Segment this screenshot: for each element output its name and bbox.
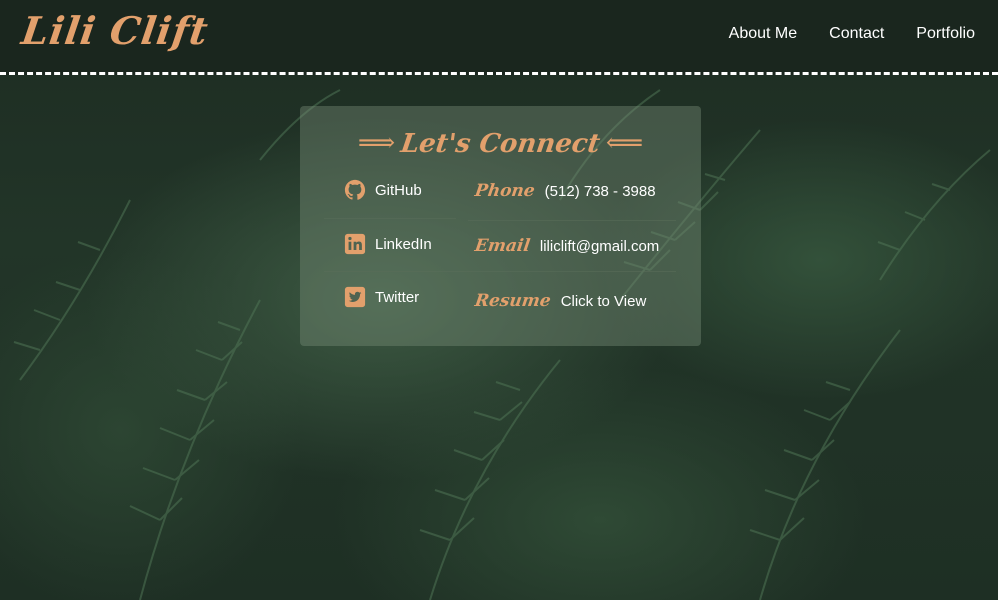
phone-label: Phone [473, 181, 537, 201]
twitter-icon [344, 286, 366, 308]
left-arrow-icon: ⟸ [605, 128, 644, 158]
divider [324, 218, 456, 219]
email-info: Email liliclift@gmail.com [473, 236, 660, 256]
nav-about-me[interactable]: About Me [729, 25, 797, 43]
divider [468, 220, 676, 221]
resume-info: Resume Click to View [473, 291, 647, 311]
phone-value[interactable]: (512) 738 - 3988 [545, 183, 656, 200]
linkedin-link[interactable]: LinkedIn [344, 233, 432, 255]
linkedin-icon [344, 233, 366, 255]
contact-card: ⟹ Let's Connect ⟸ GitHub LinkedIn Twitter … [300, 106, 701, 346]
site-logo[interactable]: Lili Clift [19, 8, 212, 53]
nav-contact[interactable]: Contact [829, 25, 884, 43]
nav-portfolio[interactable]: Portfolio [916, 25, 975, 43]
email-value[interactable]: liliclift@gmail.com [540, 238, 659, 255]
card-title-text: Let's Connect [399, 129, 602, 159]
github-link[interactable]: GitHub [344, 179, 422, 201]
phone-info: Phone (512) 738 - 3988 [473, 181, 656, 201]
divider [324, 271, 676, 272]
twitter-label: Twitter [375, 288, 420, 306]
linkedin-label: LinkedIn [375, 235, 432, 253]
main-nav: About Me Contact Portfolio [697, 25, 975, 43]
resume-label: Resume [473, 291, 553, 311]
twitter-link[interactable]: Twitter [344, 286, 419, 308]
github-label: GitHub [375, 181, 422, 199]
github-icon [344, 179, 366, 200]
right-arrow-icon: ⟹ [357, 128, 396, 158]
resume-link[interactable]: Click to View [561, 293, 647, 310]
email-label: Email [473, 236, 532, 256]
site-header: Lili Clift About Me Contact Portfolio [0, 0, 998, 75]
card-title: ⟹ Let's Connect ⟸ [300, 128, 701, 159]
